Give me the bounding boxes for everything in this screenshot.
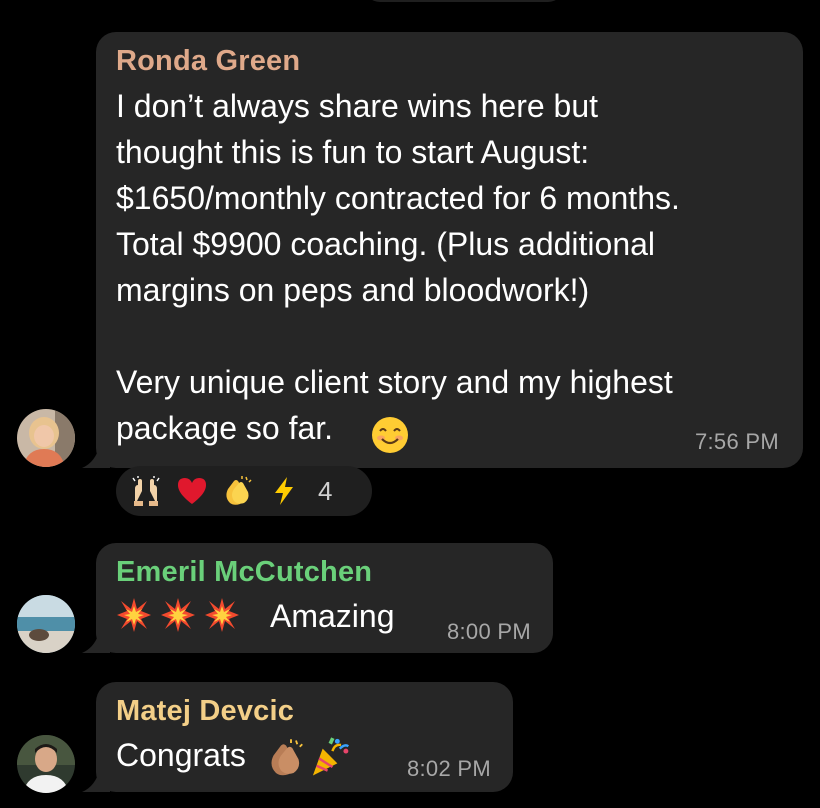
lightning-icon[interactable] xyxy=(268,475,300,507)
avatar-ronda-green[interactable] xyxy=(17,409,75,467)
message-timestamp: 7:56 PM xyxy=(694,429,779,454)
clapping-hands-icon[interactable] xyxy=(222,475,254,507)
sender-name: Ronda Green xyxy=(116,45,301,77)
collision-icon xyxy=(161,598,195,632)
clapping-hands-icon xyxy=(271,739,303,776)
message-text: Amazing xyxy=(270,598,395,634)
raising-hands-icon[interactable] xyxy=(130,475,162,507)
bubble-tail xyxy=(82,444,110,468)
reaction-count: 4 xyxy=(318,475,333,506)
message-text: Congrats xyxy=(116,737,246,773)
bubble-tail xyxy=(82,629,110,653)
bubble-tail xyxy=(82,768,110,792)
message-bubble-emeril[interactable]: Emeril McCutchen Amazing 8:00 PM xyxy=(82,543,553,653)
smiling-face-icon xyxy=(372,417,408,453)
chat-view: Ronda Green I don’t always share wins he… xyxy=(0,0,820,808)
previous-message-bubble[interactable] xyxy=(364,0,564,2)
message-timestamp: 8:00 PM xyxy=(446,619,531,644)
sender-name: Matej Devcic xyxy=(116,695,295,727)
reactions-bar[interactable]: 4 xyxy=(116,466,372,516)
message-bubble-ronda[interactable]: Ronda Green I don’t always share wins he… xyxy=(82,32,803,468)
avatar-emeril-mccutchen[interactable] xyxy=(17,595,75,653)
red-heart-icon[interactable] xyxy=(176,475,208,507)
emoji-row xyxy=(116,597,240,637)
sender-name: Emeril McCutchen xyxy=(116,556,373,588)
message-text: I don’t always share wins here but thoug… xyxy=(116,88,680,446)
party-popper-icon xyxy=(312,737,350,776)
message-bubble-matej[interactable]: Matej Devcic Congrats 8:02 PM xyxy=(82,682,513,792)
collision-icon xyxy=(205,598,239,632)
avatar-matej-devcic[interactable] xyxy=(17,735,75,793)
message-timestamp: 8:02 PM xyxy=(406,756,491,781)
collision-icon xyxy=(117,598,151,632)
